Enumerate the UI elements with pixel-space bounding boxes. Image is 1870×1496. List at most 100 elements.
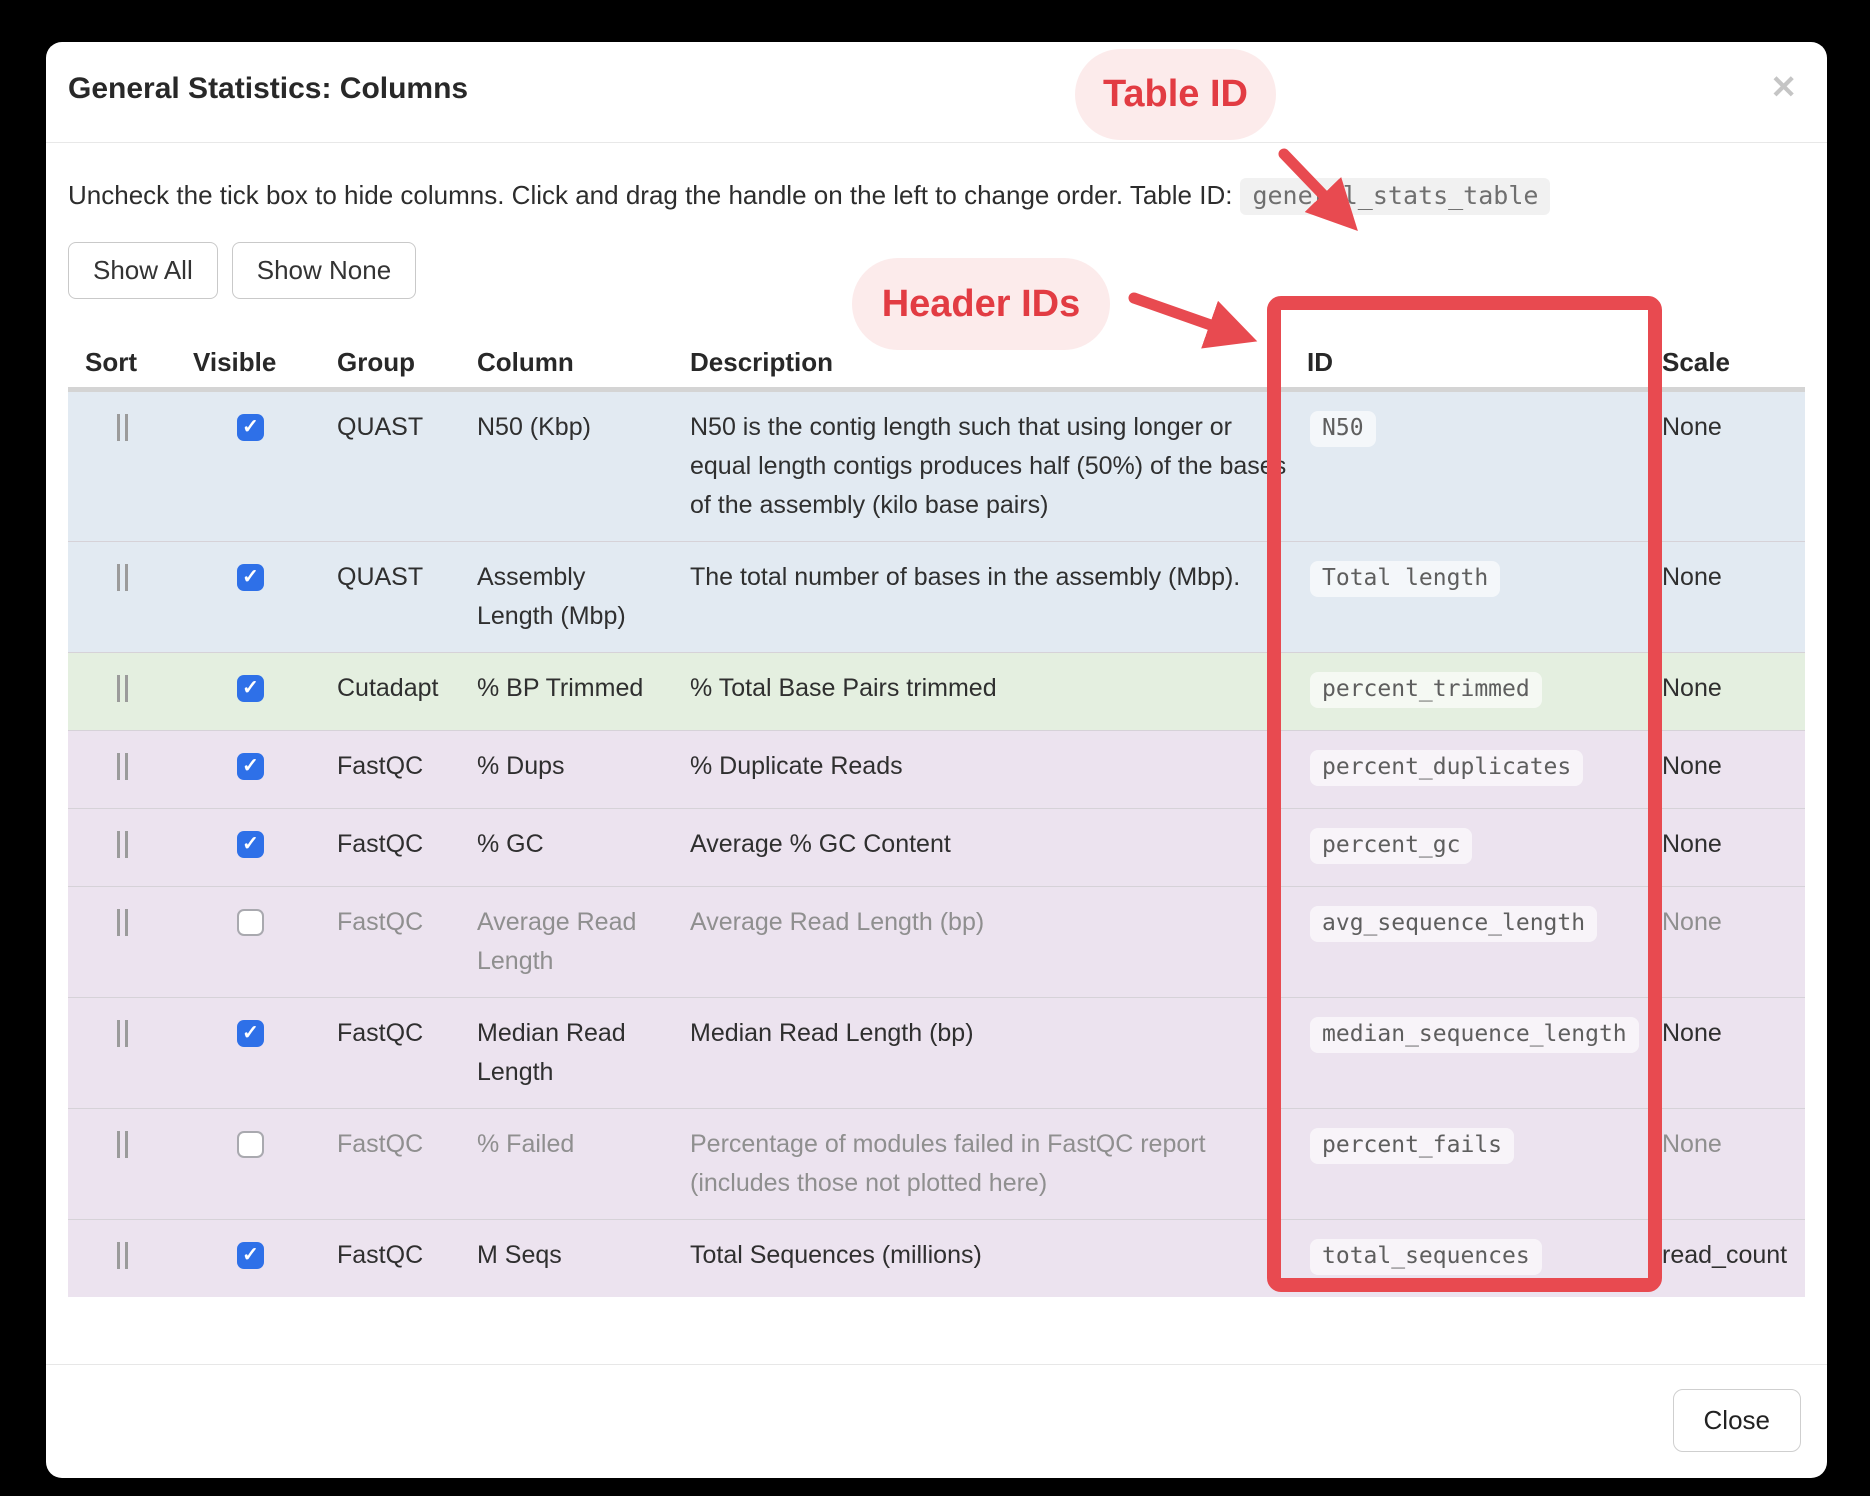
row-id-cell: percent_gc: [1307, 809, 1662, 887]
annotation-badge-table-id: Table ID: [1075, 49, 1276, 140]
id-code-chip: percent_trimmed: [1310, 672, 1542, 708]
visible-checkbox[interactable]: ✓: [237, 753, 264, 780]
row-scale-cell: None: [1662, 998, 1805, 1109]
drag-handle-icon[interactable]: [117, 753, 128, 780]
row-visible-cell: ✓: [193, 1220, 337, 1298]
table-row: ✓ Cutadapt% BP Trimmed% Total Base Pairs …: [68, 653, 1805, 731]
row-visible-cell: [193, 887, 337, 998]
row-id-cell: percent_trimmed: [1307, 653, 1662, 731]
row-description-cell: Total Sequences (millions): [690, 1220, 1307, 1298]
show-none-button[interactable]: Show None: [232, 242, 416, 299]
row-column-cell: Median Read Length: [477, 998, 690, 1109]
drag-handle-icon[interactable]: [117, 1242, 128, 1269]
row-visible-cell: ✓: [193, 542, 337, 653]
row-group-cell: FastQC: [337, 998, 477, 1109]
row-visible-cell: [193, 1109, 337, 1220]
row-drag-handle-cell: [68, 1220, 193, 1298]
row-group-cell: FastQC: [337, 887, 477, 998]
drag-handle-icon[interactable]: [117, 1020, 128, 1047]
screen-backdrop: General Statistics: Columns ✕ Uncheck th…: [0, 0, 1870, 1496]
visible-checkbox[interactable]: ✓: [237, 414, 264, 441]
id-code-chip: N50: [1310, 411, 1376, 447]
row-column-cell: N50 (Kbp): [477, 390, 690, 542]
instructions-label: Uncheck the tick box to hide columns. Cl…: [68, 180, 1232, 210]
row-scale-cell: None: [1662, 1109, 1805, 1220]
annotation-badge-header-ids: Header IDs: [852, 258, 1110, 350]
row-drag-handle-cell: [68, 1109, 193, 1220]
visible-checkbox[interactable]: ✓: [237, 675, 264, 702]
close-icon[interactable]: ✕: [1770, 68, 1797, 106]
row-column-cell: M Seqs: [477, 1220, 690, 1298]
row-scale-cell: None: [1662, 390, 1805, 542]
row-group-cell: FastQC: [337, 731, 477, 809]
id-code-chip: avg_sequence_length: [1310, 906, 1597, 942]
modal-header: General Statistics: Columns ✕: [46, 42, 1827, 142]
row-group-cell: FastQC: [337, 809, 477, 887]
row-scale-cell: None: [1662, 542, 1805, 653]
table-id-code: general_stats_table: [1240, 178, 1550, 215]
header-visible: Visible: [193, 347, 337, 390]
table-row: FastQCAverage Read LengthAverage Read Le…: [68, 887, 1805, 998]
table-row: ✓ FastQCMedian Read LengthMedian Read Len…: [68, 998, 1805, 1109]
visible-checkbox[interactable]: ✓: [237, 831, 264, 858]
row-visible-cell: ✓: [193, 998, 337, 1109]
row-scale-cell: None: [1662, 731, 1805, 809]
show-all-button[interactable]: Show All: [68, 242, 218, 299]
row-visible-cell: ✓: [193, 390, 337, 542]
row-id-cell: N50: [1307, 390, 1662, 542]
id-code-chip: total_sequences: [1310, 1239, 1542, 1275]
row-scale-cell: read_count: [1662, 1220, 1805, 1298]
row-group-cell: Cutadapt: [337, 653, 477, 731]
modal-title: General Statistics: Columns: [68, 72, 1801, 106]
row-description-cell: Average % GC Content: [690, 809, 1307, 887]
modal-footer: Close: [46, 1364, 1827, 1478]
visible-checkbox[interactable]: ✓: [237, 1242, 264, 1269]
row-description-cell: Percentage of modules failed in FastQC r…: [690, 1109, 1307, 1220]
row-scale-cell: None: [1662, 809, 1805, 887]
drag-handle-icon[interactable]: [117, 909, 128, 936]
columns-table-body: ✓QUASTN50 (Kbp)N50 is the contig length …: [68, 390, 1805, 1298]
drag-handle-icon[interactable]: [117, 414, 128, 441]
row-drag-handle-cell: [68, 542, 193, 653]
row-column-cell: % Dups: [477, 731, 690, 809]
table-row: FastQC% FailedPercentage of modules fail…: [68, 1109, 1805, 1220]
row-visible-cell: ✓: [193, 731, 337, 809]
table-row: ✓QUASTAssembly Length (Mbp)The total num…: [68, 542, 1805, 653]
drag-handle-icon[interactable]: [117, 831, 128, 858]
header-group: Group: [337, 347, 477, 390]
id-code-chip: percent_gc: [1310, 828, 1472, 864]
row-scale-cell: None: [1662, 887, 1805, 998]
table-row: ✓ FastQC% GCAverage % GC Contentpercent_g…: [68, 809, 1805, 887]
visible-checkbox[interactable]: [237, 1131, 264, 1158]
row-description-cell: % Total Base Pairs trimmed: [690, 653, 1307, 731]
drag-handle-icon[interactable]: [117, 675, 128, 702]
header-description: Description: [690, 347, 1307, 390]
row-column-cell: % Failed: [477, 1109, 690, 1220]
row-drag-handle-cell: [68, 653, 193, 731]
header-column: Column: [477, 347, 690, 390]
visible-checkbox[interactable]: ✓: [237, 1020, 264, 1047]
row-id-cell: total_sequences: [1307, 1220, 1662, 1298]
drag-handle-icon[interactable]: [117, 1131, 128, 1158]
row-drag-handle-cell: [68, 887, 193, 998]
row-column-cell: % GC: [477, 809, 690, 887]
drag-handle-icon[interactable]: [117, 564, 128, 591]
visible-checkbox[interactable]: [237, 909, 264, 936]
header-sort: Sort: [68, 347, 193, 390]
row-group-cell: FastQC: [337, 1220, 477, 1298]
table-header-row: Sort Visible Group Column Description ID…: [68, 347, 1805, 390]
table-row: ✓FastQC% Dups% Duplicate Readspercent_du…: [68, 731, 1805, 809]
columns-config-table: Sort Visible Group Column Description ID…: [68, 347, 1805, 1297]
id-code-chip: Total length: [1310, 561, 1500, 597]
close-button[interactable]: Close: [1673, 1389, 1801, 1452]
row-drag-handle-cell: [68, 390, 193, 542]
row-description-cell: Median Read Length (bp): [690, 998, 1307, 1109]
row-group-cell: FastQC: [337, 1109, 477, 1220]
row-column-cell: % BP Trimmed: [477, 653, 690, 731]
id-code-chip: percent_duplicates: [1310, 750, 1583, 786]
row-drag-handle-cell: [68, 809, 193, 887]
row-id-cell: Total length: [1307, 542, 1662, 653]
row-drag-handle-cell: [68, 998, 193, 1109]
visible-checkbox[interactable]: ✓: [237, 564, 264, 591]
row-drag-handle-cell: [68, 731, 193, 809]
